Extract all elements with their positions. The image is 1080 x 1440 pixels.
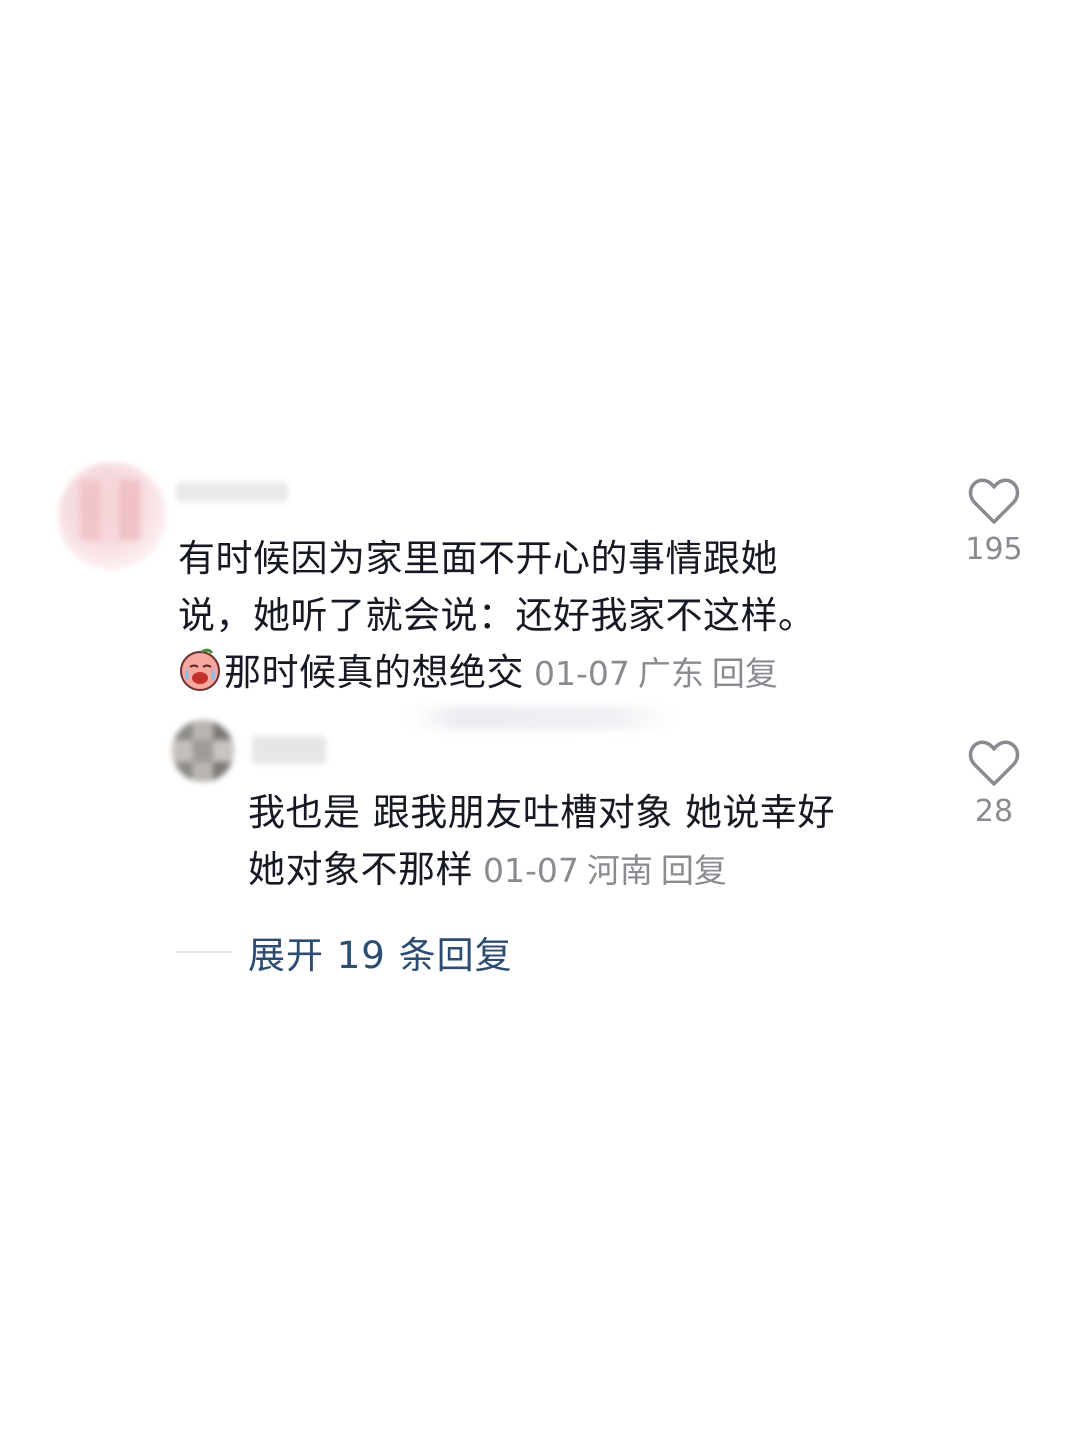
like-count: 195 bbox=[965, 532, 1023, 567]
comment-text[interactable]: 有时候因为家里面不开心的事情跟她 说，她听了就会说：还好我家不这样。 那时候真的… bbox=[178, 530, 898, 702]
like-button[interactable]: 195 bbox=[954, 478, 1034, 567]
expand-replies-label[interactable]: 展开 19 条回复 bbox=[248, 925, 513, 979]
comment-text-tail: 那时候真的想绝交 bbox=[224, 651, 524, 694]
reply-text-line: 我也是 跟我朋友吐槽对象 她说幸好 bbox=[248, 791, 836, 834]
divider-line bbox=[176, 951, 232, 953]
comment-page: { "comments": [ { "text_line1": "有时候因为家里… bbox=[0, 0, 1080, 1440]
expand-replies-button[interactable]: 展开 19 条回复 bbox=[176, 924, 513, 980]
reply-reply-button[interactable]: 回复 bbox=[661, 851, 727, 890]
avatar[interactable] bbox=[58, 462, 166, 570]
comment-date: 01-07 bbox=[534, 654, 630, 693]
comment-text-line: 有时候因为家里面不开心的事情跟她 bbox=[178, 537, 778, 580]
heart-icon[interactable] bbox=[968, 740, 1020, 788]
reply-text-line-last: 她对象不那样 01-07 河南 回复 bbox=[248, 841, 928, 899]
reply-location: 河南 bbox=[586, 851, 653, 890]
reply-text-tail: 她对象不那样 bbox=[248, 848, 473, 891]
blurred-region bbox=[410, 706, 670, 730]
comment-meta: 01-07 广东 回复 bbox=[534, 654, 778, 693]
reply-like-count: 28 bbox=[974, 794, 1014, 829]
reply-username-blurred[interactable] bbox=[252, 736, 326, 764]
reply-button[interactable]: 回复 bbox=[712, 654, 778, 693]
reply-like-button[interactable]: 28 bbox=[954, 740, 1034, 829]
heart-icon[interactable] bbox=[968, 478, 1020, 526]
reply-date: 01-07 bbox=[483, 851, 579, 890]
comment-text-line: 说，她听了就会说：还好我家不这样。 bbox=[178, 594, 816, 637]
username-blurred[interactable] bbox=[176, 482, 288, 502]
comment-text-line-last: 那时候真的想绝交 01-07 广东 回复 bbox=[178, 644, 898, 702]
crying-face-emoji-icon bbox=[180, 648, 220, 691]
reply-avatar[interactable] bbox=[172, 720, 234, 782]
reply-meta: 01-07 河南 回复 bbox=[483, 851, 727, 890]
reply-text[interactable]: 我也是 跟我朋友吐槽对象 她说幸好 她对象不那样 01-07 河南 回复 bbox=[248, 784, 928, 899]
comment-location: 广东 bbox=[637, 654, 704, 693]
